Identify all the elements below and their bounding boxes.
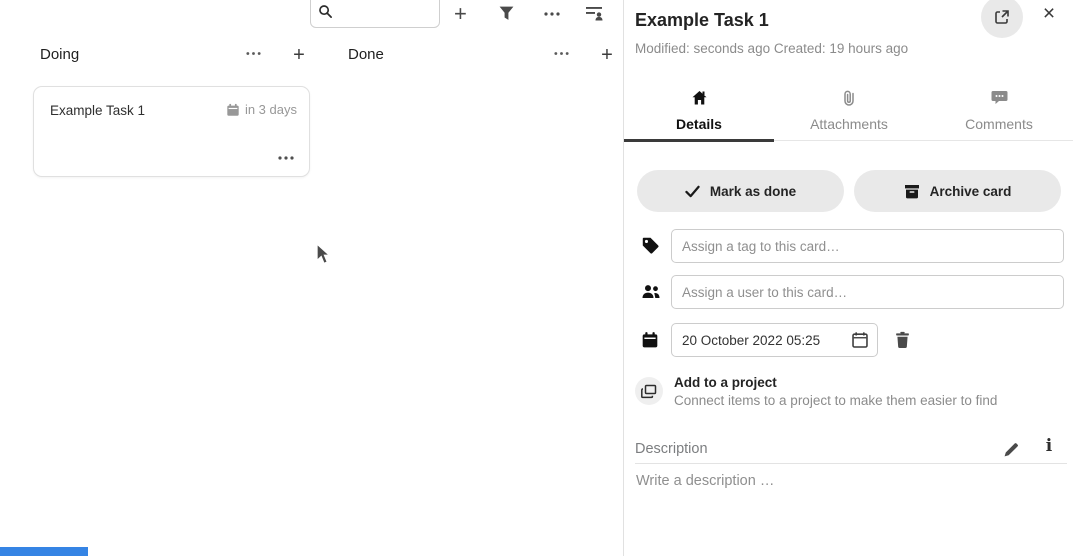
user-row [624, 275, 1073, 309]
add-to-project-subtitle: Connect items to a project to make them … [674, 393, 997, 408]
due-date-row: 20 October 2022 05:25 [624, 323, 1073, 357]
tab-attachments-label: Attachments [810, 116, 888, 132]
column-doing-add-card-button[interactable]: + [289, 46, 309, 66]
assign-tag-input[interactable] [671, 229, 1064, 263]
remove-due-date-button[interactable] [892, 330, 912, 350]
board-menu-button[interactable] [543, 8, 565, 30]
search-box[interactable] [310, 0, 440, 28]
filter-icon [498, 5, 515, 22]
sort-list-person-icon [585, 5, 604, 22]
add-column-button[interactable]: + [454, 4, 476, 26]
mouse-cursor [316, 243, 332, 267]
calendar-picker-icon[interactable] [851, 331, 869, 349]
card-menu-button[interactable] [277, 152, 297, 166]
card-actions: Mark as done Archive card [637, 170, 1061, 212]
panel-meta: Modified: seconds ago Created: 19 hours … [635, 41, 908, 56]
users-icon [641, 283, 661, 300]
filter-button[interactable] [498, 5, 520, 27]
more-options-icon [245, 48, 262, 59]
edit-description-button[interactable] [1002, 440, 1020, 458]
detail-tabs: Details Attachments Comments [624, 83, 1073, 141]
description-info-button[interactable]: i [1041, 436, 1057, 456]
column-doing-menu-button[interactable] [245, 48, 265, 68]
tab-comments-label: Comments [965, 116, 1033, 132]
due-date-field[interactable]: 20 October 2022 05:25 [671, 323, 878, 357]
pencil-icon [1003, 441, 1020, 458]
comment-icon [991, 89, 1008, 106]
tag-icon [641, 236, 660, 255]
tag-row [624, 229, 1073, 263]
mark-as-done-label: Mark as done [710, 184, 796, 199]
search-input[interactable] [333, 0, 428, 23]
check-icon [685, 185, 700, 198]
tab-details-label: Details [676, 116, 722, 132]
calendar-icon [226, 103, 240, 117]
tab-details[interactable]: Details [624, 83, 774, 140]
column-title-done: Done [348, 46, 384, 63]
trash-icon [894, 331, 911, 349]
more-options-icon [277, 152, 295, 164]
project-icon [635, 377, 663, 405]
description-separator [635, 463, 1067, 464]
more-options-icon [543, 8, 561, 20]
column-done-menu-button[interactable] [553, 48, 573, 68]
card-detail-panel: Example Task 1 Modified: seconds ago Cre… [623, 0, 1073, 556]
archive-icon [904, 184, 920, 199]
task-card[interactable]: Example Task 1 in 3 days [33, 86, 310, 177]
mark-as-done-button[interactable]: Mark as done [637, 170, 844, 212]
add-to-project-row[interactable]: Add to a project Connect items to a proj… [624, 372, 1073, 412]
paperclip-icon [842, 89, 856, 106]
kanban-board: + Doing + Done + Example Task 1 in 3 day… [0, 0, 623, 556]
external-link-icon [994, 9, 1010, 25]
column-done-add-card-button[interactable]: + [597, 46, 617, 66]
card-title: Example Task 1 [50, 103, 145, 118]
description-header: Description i [624, 436, 1073, 463]
tab-attachments[interactable]: Attachments [774, 83, 924, 140]
home-icon [691, 89, 708, 106]
more-options-icon [553, 48, 570, 59]
archive-card-button[interactable]: Archive card [854, 170, 1061, 212]
add-to-project-title: Add to a project [674, 375, 777, 390]
panel-title: Example Task 1 [635, 10, 769, 31]
tab-comments[interactable]: Comments [924, 83, 1073, 140]
card-due-badge: in 3 days [226, 102, 297, 117]
calendar-icon [641, 331, 659, 349]
description-placeholder[interactable]: Write a description … [636, 473, 774, 489]
bottom-progress-indicator [0, 547, 88, 556]
column-title-doing: Doing [40, 46, 79, 63]
close-panel-button[interactable]: × [1037, 2, 1061, 26]
assign-user-input[interactable] [671, 275, 1064, 309]
card-due-text: in 3 days [245, 102, 297, 117]
archive-card-label: Archive card [930, 184, 1012, 199]
open-external-button[interactable] [981, 0, 1023, 38]
search-icon [318, 4, 333, 19]
sort-by-user-button[interactable] [585, 5, 607, 27]
due-date-value: 20 October 2022 05:25 [682, 333, 851, 348]
description-label: Description [635, 441, 708, 457]
